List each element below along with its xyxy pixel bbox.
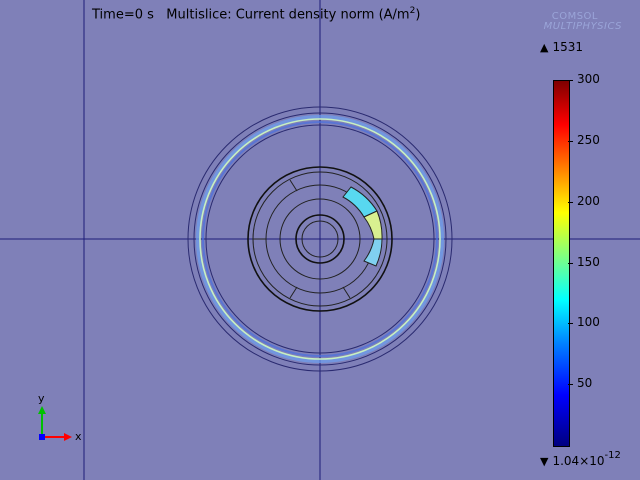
segment-lower <box>363 238 383 267</box>
min-value: 1.04×10 <box>552 454 605 468</box>
colorbar-legend <box>553 80 570 447</box>
colorbar-tick-mark <box>568 80 573 81</box>
colorbar-tick-mark <box>568 262 573 264</box>
triangle-down-icon: ▼ <box>540 455 549 468</box>
min-exponent: -12 <box>604 450 621 461</box>
axis-triad <box>38 406 72 441</box>
colorbar-tick-label: 300 <box>577 72 600 86</box>
title-text: Multislice: Current density norm (A/m <box>166 7 410 23</box>
model-viewport[interactable] <box>0 0 640 480</box>
comsol-logo: COMSOL MULTIPHYSICS <box>543 11 622 32</box>
triangle-up-icon: ▲ <box>540 41 549 54</box>
colorbar-tick-label: 200 <box>577 193 600 208</box>
colorbar-min: ▼ 1.04×10-12 <box>540 450 621 468</box>
colorbar-tick-label: 50 <box>577 376 593 391</box>
colorbar-max: ▲ 1531 <box>540 40 583 54</box>
hot-segments <box>342 186 383 267</box>
colorbar-tick-mark <box>568 323 573 325</box>
segment-middle <box>363 210 383 240</box>
colorbar-tick-mark <box>568 384 573 386</box>
colorbar-tick-label: 150 <box>577 254 600 269</box>
colorbar-tick-mark <box>568 201 573 203</box>
y-axis-label: y <box>38 392 45 405</box>
colorbar-tick-label: 250 <box>577 132 600 147</box>
segment-upper <box>342 186 378 218</box>
plot-title: Time=0 s Multislice: Current density nor… <box>92 6 420 22</box>
colorbar-tick-mark <box>568 140 573 142</box>
max-value: 1531 <box>552 40 584 54</box>
colorbar-tick-label: 100 <box>577 315 600 330</box>
x-axis-label: x <box>75 430 82 443</box>
time-label: Time=0 s <box>92 7 154 23</box>
title-suffix: ) <box>415 7 421 23</box>
